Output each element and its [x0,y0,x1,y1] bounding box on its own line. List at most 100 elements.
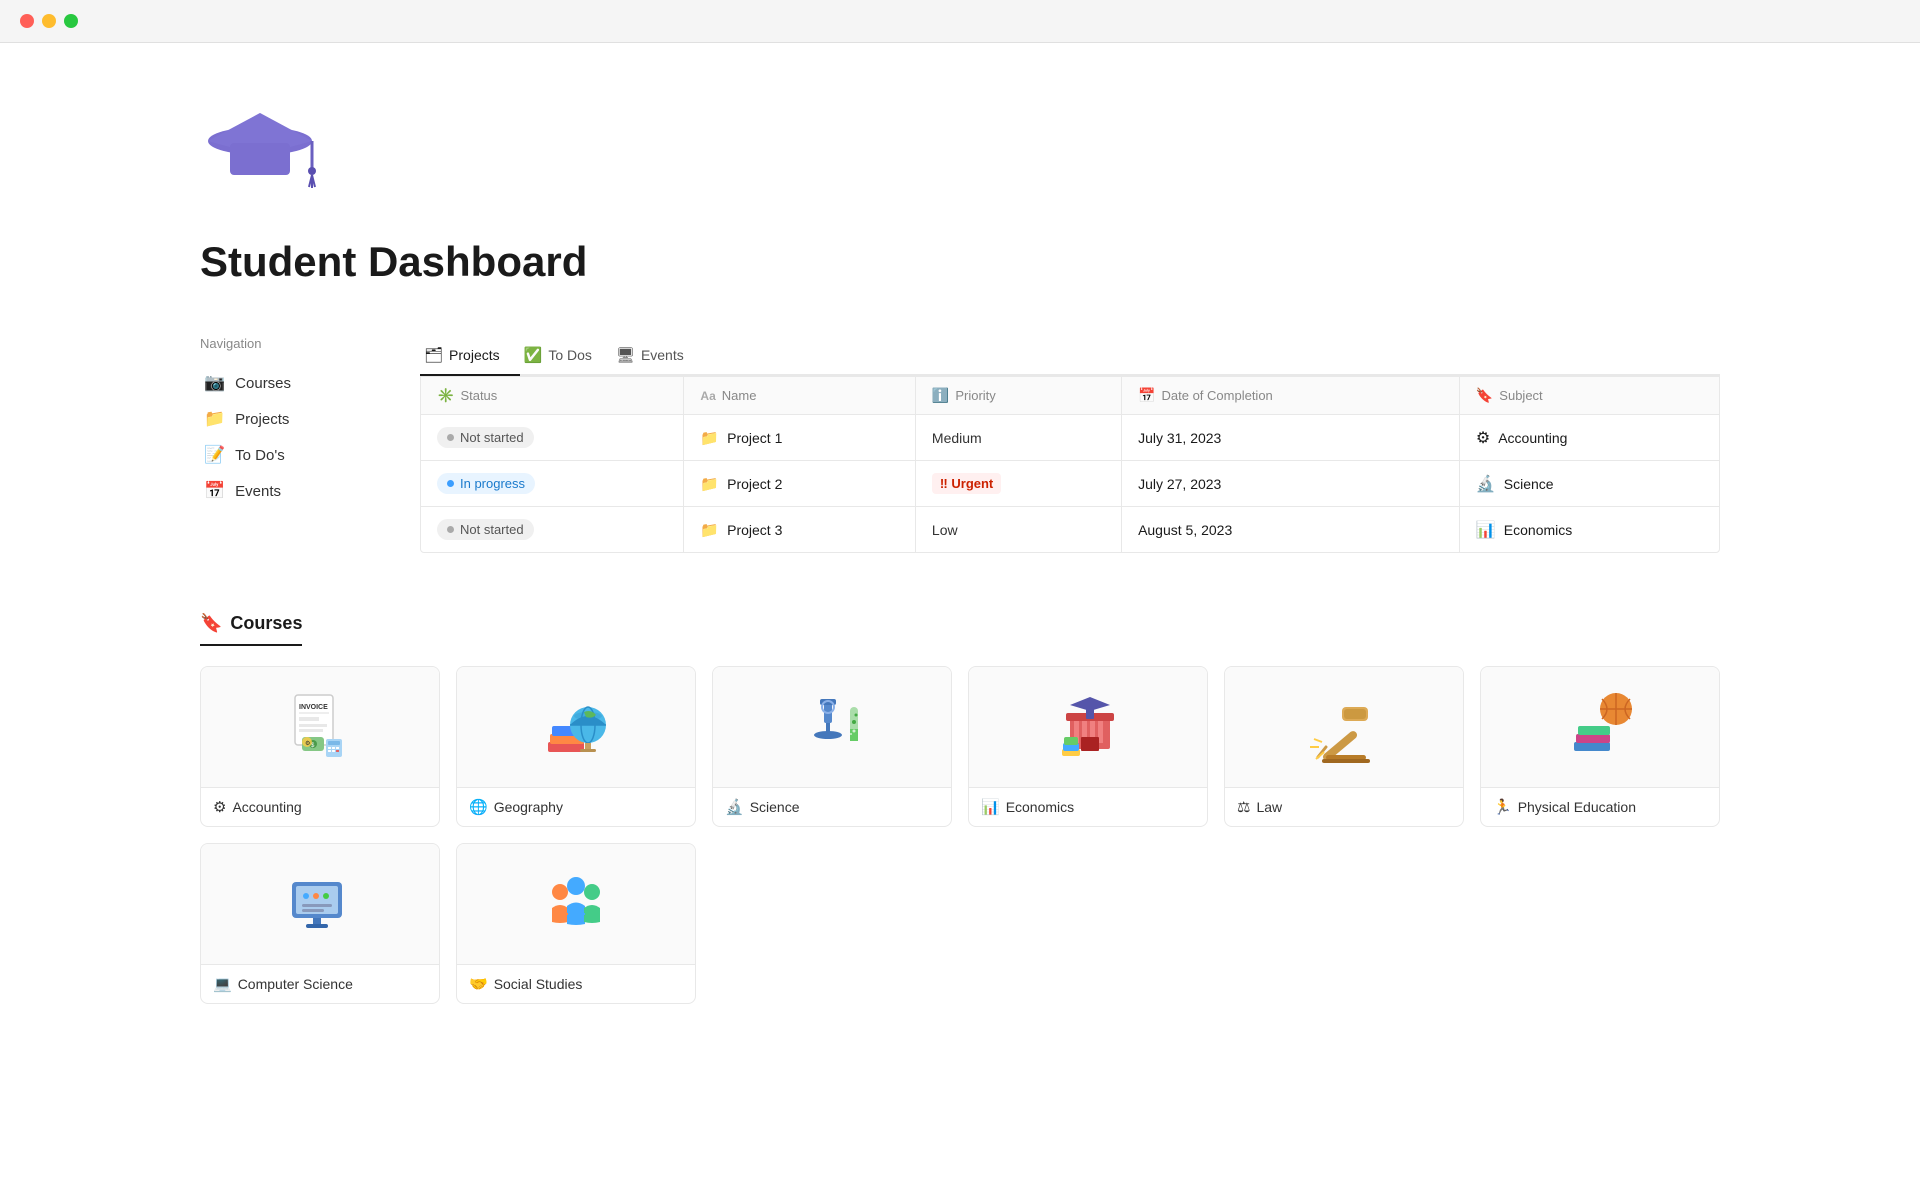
table-row[interactable]: In progress📁Project 2‼ UrgentJuly 27, 20… [421,461,1719,507]
card-label-text-social-studies: Social Studies [494,976,583,992]
tab-todos[interactable]: ✅ To Dos [520,336,612,376]
tab-events[interactable]: 🖥 Events [612,336,704,376]
sidebar-heading: Navigation [200,336,360,351]
col-date: 📅 Date of Completion [1122,377,1460,415]
course-card-geography[interactable]: 🌐 Geography [456,666,696,827]
courses-heading-label: Courses [230,613,302,634]
card-label-computer-science: 💻 Computer Science [201,964,439,1003]
tab-projects-icon: 🗂 [424,346,443,364]
main-panel: 🗂 Projects ✅ To Dos 🖥 Events [420,336,1720,553]
card-image-physical-education [1481,667,1719,787]
sidebar-todos-label: To Do's [235,447,285,464]
card-image-economics [969,667,1207,787]
main-content: Student Dashboard Navigation 📷 Courses 📁… [0,43,1920,1064]
card-label-physical-education: 🏃 Physical Education [1481,787,1719,826]
cell-date: August 5, 2023 [1122,507,1460,553]
col-status: ✳️ Status [421,377,684,415]
card-label-science: 🔬 Science [713,787,951,826]
close-button[interactable] [20,14,34,28]
sidebar-item-todos[interactable]: 📝 To Do's [200,439,360,471]
col-subject-label: Subject [1499,388,1542,403]
cell-priority: Low [915,507,1121,553]
projects-table-inner: ✳️ Status Aa Name [421,377,1719,552]
priority-col-icon: ℹ️ [932,387,949,404]
cell-name[interactable]: 📁Project 1 [684,415,915,461]
logo-section [200,103,1720,208]
card-label-text-economics: Economics [1006,799,1074,815]
tab-events-label: Events [641,347,684,363]
card-label-economics: 📊 Economics [969,787,1207,826]
cell-name[interactable]: 📁Project 2 [684,461,915,507]
cell-subject: ⚙Accounting [1459,415,1719,461]
card-label-text-physical-education: Physical Education [1518,799,1636,815]
course-card-accounting[interactable]: INVOICE $ ⚙ ⚙ Accounting [200,666,440,827]
sidebar-item-events[interactable]: 📅 Events [200,475,360,507]
courses-heading: 🔖 Courses [200,613,302,646]
card-image-accounting: INVOICE $ ⚙ [201,667,439,787]
sidebar-projects-label: Projects [235,411,289,428]
tab-events-icon: 🖥 [616,346,635,364]
cell-status: Not started [421,507,684,553]
sidebar-item-courses[interactable]: 📷 Courses [200,367,360,399]
todos-icon: 📝 [204,445,225,465]
course-card-physical-education[interactable]: 🏃 Physical Education [1480,666,1720,827]
status-col-icon: ✳️ [437,387,454,404]
sidebar-item-projects[interactable]: 📁 Projects [200,403,360,435]
maximize-button[interactable] [64,14,78,28]
card-label-icon-social-studies: 🤝 [469,975,488,993]
card-label-text-computer-science: Computer Science [238,976,353,992]
tab-projects-label: Projects [449,347,500,363]
card-label-icon-geography: 🌐 [469,798,488,816]
card-label-icon-computer-science: 💻 [213,975,232,993]
table-row[interactable]: Not started📁Project 3LowAugust 5, 2023📊E… [421,507,1719,553]
col-date-label: Date of Completion [1162,388,1273,403]
card-label-social-studies: 🤝 Social Studies [457,964,695,1003]
tab-projects[interactable]: 🗂 Projects [420,336,520,376]
card-image-geography [457,667,695,787]
course-card-science[interactable]: 🔬 Science [712,666,952,827]
courses-section: 🔖 Courses INVOICE $ ⚙ ⚙ Accounting [200,613,1720,1004]
tab-todos-label: To Dos [548,347,592,363]
card-label-icon-law: ⚖ [1237,798,1250,816]
card-label-accounting: ⚙ Accounting [201,787,439,826]
card-image-science [713,667,951,787]
card-label-text-law: Law [1256,799,1282,815]
card-image-law [1225,667,1463,787]
course-card-social-studies[interactable]: 🤝 Social Studies [456,843,696,1004]
cell-priority: Medium [915,415,1121,461]
col-name-label: Name [722,388,757,403]
cell-priority: ‼ Urgent [915,461,1121,507]
card-label-icon-physical-education: 🏃 [1493,798,1512,816]
svg-text:INVOICE: INVOICE [299,704,328,711]
card-label-icon-accounting: ⚙ [213,798,226,816]
cell-subject: 🔬Science [1459,461,1719,507]
card-label-law: ⚖ Law [1225,787,1463,826]
cell-name[interactable]: 📁Project 3 [684,507,915,553]
card-label-text-accounting: Accounting [232,799,301,815]
course-card-law[interactable]: ⚖ Law [1224,666,1464,827]
card-label-geography: 🌐 Geography [457,787,695,826]
card-image-computer-science [201,844,439,964]
card-label-icon-economics: 📊 [981,798,1000,816]
svg-text:⚙: ⚙ [305,740,310,747]
courses-heading-icon: 🔖 [200,613,222,634]
title-bar [0,0,1920,43]
col-status-label: Status [460,388,497,403]
table-row[interactable]: Not started📁Project 1MediumJuly 31, 2023… [421,415,1719,461]
course-card-economics[interactable]: 📊 Economics [968,666,1208,827]
sidebar-courses-label: Courses [235,375,291,392]
col-subject: 🔖 Subject [1459,377,1719,415]
card-label-icon-science: 🔬 [725,798,744,816]
col-priority-label: Priority [955,388,995,403]
course-card-computer-science[interactable]: 💻 Computer Science [200,843,440,1004]
card-label-text-science: Science [750,799,800,815]
cell-status: Not started [421,415,684,461]
col-priority: ℹ️ Priority [915,377,1121,415]
cell-subject: 📊Economics [1459,507,1719,553]
col-name: Aa Name [684,377,915,415]
date-col-icon: 📅 [1138,387,1155,404]
graduation-cap-icon [200,103,320,203]
minimize-button[interactable] [42,14,56,28]
courses-cards-row2: 💻 Computer Science 🤝 Social Studies [200,843,1720,1004]
courses-cards-row1: INVOICE $ ⚙ ⚙ Accounting [200,666,1720,827]
